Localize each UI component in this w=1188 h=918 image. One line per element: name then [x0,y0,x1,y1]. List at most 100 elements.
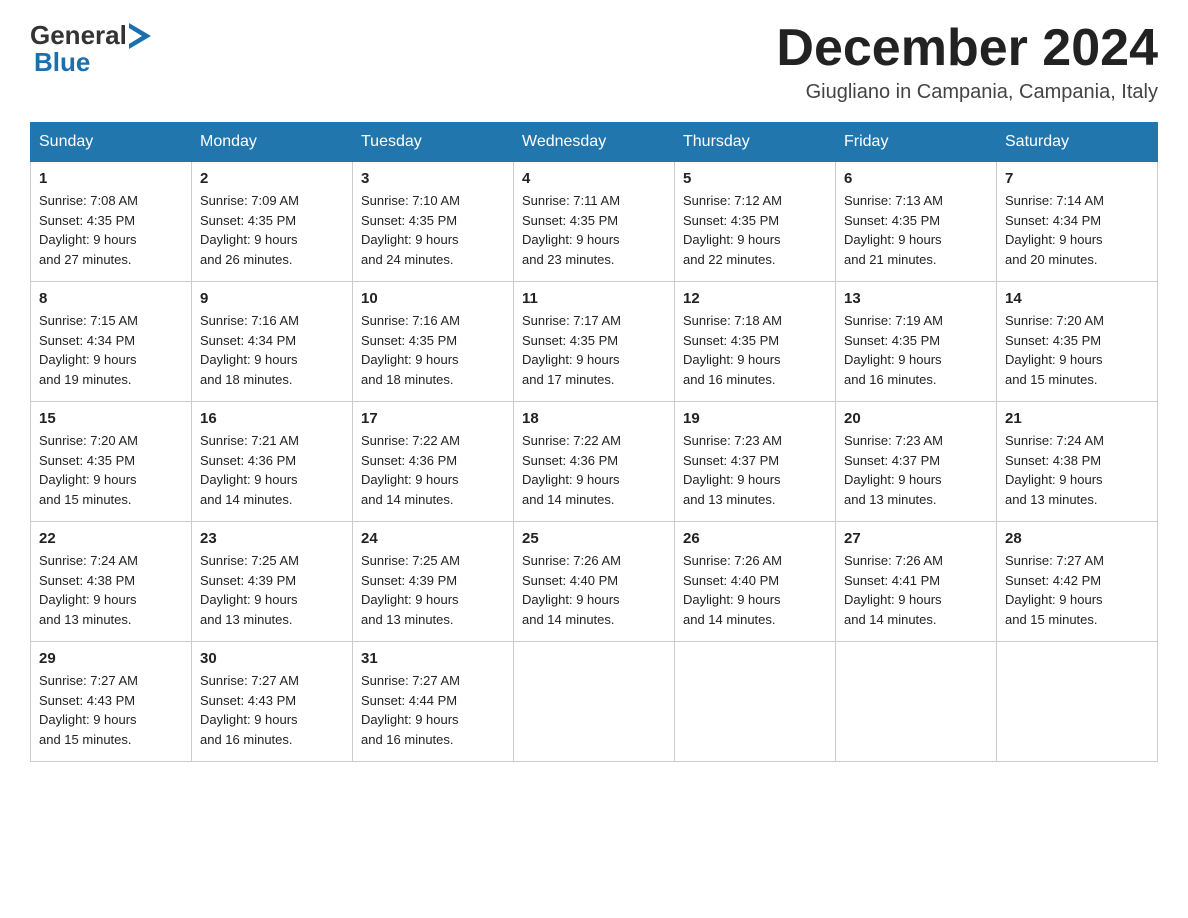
daylight-text-cont: and 20 minutes. [1005,250,1149,270]
daylight-text: Daylight: 9 hours [522,230,666,250]
day-number: 16 [200,410,344,427]
daylight-text-cont: and 22 minutes. [683,250,827,270]
daylight-text: Daylight: 9 hours [683,350,827,370]
calendar-cell: 16Sunrise: 7:21 AMSunset: 4:36 PMDayligh… [192,402,353,522]
daylight-text: Daylight: 9 hours [522,470,666,490]
sunrise-text: Sunrise: 7:26 AM [844,551,988,571]
sunset-text: Sunset: 4:36 PM [200,451,344,471]
day-number: 7 [1005,170,1149,187]
month-title: December 2024 [776,20,1158,77]
sunset-text: Sunset: 4:37 PM [844,451,988,471]
calendar-cell [997,642,1158,762]
sunrise-text: Sunrise: 7:20 AM [1005,311,1149,331]
day-info: Sunrise: 7:22 AMSunset: 4:36 PMDaylight:… [522,431,666,509]
location-title: Giugliano in Campania, Campania, Italy [776,81,1158,104]
calendar-cell: 24Sunrise: 7:25 AMSunset: 4:39 PMDayligh… [353,522,514,642]
daylight-text: Daylight: 9 hours [683,590,827,610]
sunset-text: Sunset: 4:35 PM [39,211,183,231]
sunset-text: Sunset: 4:43 PM [200,691,344,711]
calendar-cell: 5 Sunrise: 7:12 AMSunset: 4:35 PMDaylight… [675,162,836,282]
sunset-text: Sunset: 4:36 PM [522,451,666,471]
calendar-cell: 17Sunrise: 7:22 AMSunset: 4:36 PMDayligh… [353,402,514,522]
sunrise-text: Sunrise: 7:11 AM [522,191,666,211]
calendar-cell: 20Sunrise: 7:23 AMSunset: 4:37 PMDayligh… [836,402,997,522]
daylight-text: Daylight: 9 hours [844,470,988,490]
daylight-text: Daylight: 9 hours [39,710,183,730]
day-info: Sunrise: 7:25 AMSunset: 4:39 PMDaylight:… [200,551,344,629]
day-number: 5 [683,170,827,187]
daylight-text: Daylight: 9 hours [200,710,344,730]
daylight-text-cont: and 16 minutes. [361,730,505,750]
daylight-text: Daylight: 9 hours [844,230,988,250]
sunset-text: Sunset: 4:35 PM [522,211,666,231]
daylight-text: Daylight: 9 hours [522,590,666,610]
day-info: Sunrise: 7:27 AMSunset: 4:43 PMDaylight:… [39,671,183,749]
calendar-cell: 27Sunrise: 7:26 AMSunset: 4:41 PMDayligh… [836,522,997,642]
daylight-text: Daylight: 9 hours [683,230,827,250]
day-info: Sunrise: 7:26 AMSunset: 4:40 PMDaylight:… [683,551,827,629]
page-header: General Blue December 2024 Giugliano in … [30,20,1158,104]
daylight-text-cont: and 27 minutes. [39,250,183,270]
sunset-text: Sunset: 4:39 PM [200,571,344,591]
sunrise-text: Sunrise: 7:20 AM [39,431,183,451]
calendar-cell: 15Sunrise: 7:20 AMSunset: 4:35 PMDayligh… [31,402,192,522]
daylight-text-cont: and 14 minutes. [683,610,827,630]
sunrise-text: Sunrise: 7:22 AM [522,431,666,451]
day-number: 6 [844,170,988,187]
daylight-text-cont: and 13 minutes. [361,610,505,630]
sunrise-text: Sunrise: 7:10 AM [361,191,505,211]
daylight-text-cont: and 16 minutes. [683,370,827,390]
sunrise-text: Sunrise: 7:27 AM [1005,551,1149,571]
calendar-cell: 6 Sunrise: 7:13 AMSunset: 4:35 PMDaylight… [836,162,997,282]
daylight-text: Daylight: 9 hours [522,350,666,370]
sunset-text: Sunset: 4:35 PM [361,331,505,351]
sunset-text: Sunset: 4:40 PM [522,571,666,591]
calendar-cell [675,642,836,762]
day-of-week-header: Friday [836,123,997,162]
day-number: 25 [522,530,666,547]
daylight-text: Daylight: 9 hours [1005,350,1149,370]
calendar-cell: 31Sunrise: 7:27 AMSunset: 4:44 PMDayligh… [353,642,514,762]
sunrise-text: Sunrise: 7:27 AM [200,671,344,691]
sunrise-text: Sunrise: 7:18 AM [683,311,827,331]
sunrise-text: Sunrise: 7:19 AM [844,311,988,331]
sunset-text: Sunset: 4:35 PM [522,331,666,351]
daylight-text: Daylight: 9 hours [361,590,505,610]
daylight-text: Daylight: 9 hours [361,230,505,250]
daylight-text: Daylight: 9 hours [361,350,505,370]
day-info: Sunrise: 7:22 AMSunset: 4:36 PMDaylight:… [361,431,505,509]
day-info: Sunrise: 7:12 AMSunset: 4:35 PMDaylight:… [683,191,827,269]
day-of-week-header: Wednesday [514,123,675,162]
daylight-text-cont: and 24 minutes. [361,250,505,270]
daylight-text: Daylight: 9 hours [844,590,988,610]
sunrise-text: Sunrise: 7:24 AM [39,551,183,571]
day-number: 24 [361,530,505,547]
calendar-cell [836,642,997,762]
sunset-text: Sunset: 4:35 PM [683,331,827,351]
sunrise-text: Sunrise: 7:27 AM [361,671,505,691]
sunrise-text: Sunrise: 7:25 AM [200,551,344,571]
day-number: 8 [39,290,183,307]
daylight-text: Daylight: 9 hours [39,230,183,250]
day-number: 10 [361,290,505,307]
calendar-cell: 29Sunrise: 7:27 AMSunset: 4:43 PMDayligh… [31,642,192,762]
day-info: Sunrise: 7:11 AMSunset: 4:35 PMDaylight:… [522,191,666,269]
day-info: Sunrise: 7:16 AMSunset: 4:35 PMDaylight:… [361,311,505,389]
daylight-text-cont: and 13 minutes. [683,490,827,510]
calendar-cell: 9Sunrise: 7:16 AMSunset: 4:34 PMDaylight… [192,282,353,402]
daylight-text: Daylight: 9 hours [361,470,505,490]
day-number: 11 [522,290,666,307]
daylight-text-cont: and 21 minutes. [844,250,988,270]
calendar-header-row: SundayMondayTuesdayWednesdayThursdayFrid… [31,123,1158,162]
sunrise-text: Sunrise: 7:21 AM [200,431,344,451]
calendar-cell: 7Sunrise: 7:14 AMSunset: 4:34 PMDaylight… [997,162,1158,282]
sunset-text: Sunset: 4:35 PM [1005,331,1149,351]
calendar-week-row: 1Sunrise: 7:08 AMSunset: 4:35 PMDaylight… [31,162,1158,282]
calendar-cell: 19Sunrise: 7:23 AMSunset: 4:37 PMDayligh… [675,402,836,522]
sunrise-text: Sunrise: 7:14 AM [1005,191,1149,211]
daylight-text-cont: and 26 minutes. [200,250,344,270]
daylight-text-cont: and 15 minutes. [39,730,183,750]
calendar-cell: 21Sunrise: 7:24 AMSunset: 4:38 PMDayligh… [997,402,1158,522]
sunset-text: Sunset: 4:40 PM [683,571,827,591]
day-info: Sunrise: 7:13 AMSunset: 4:35 PMDaylight:… [844,191,988,269]
